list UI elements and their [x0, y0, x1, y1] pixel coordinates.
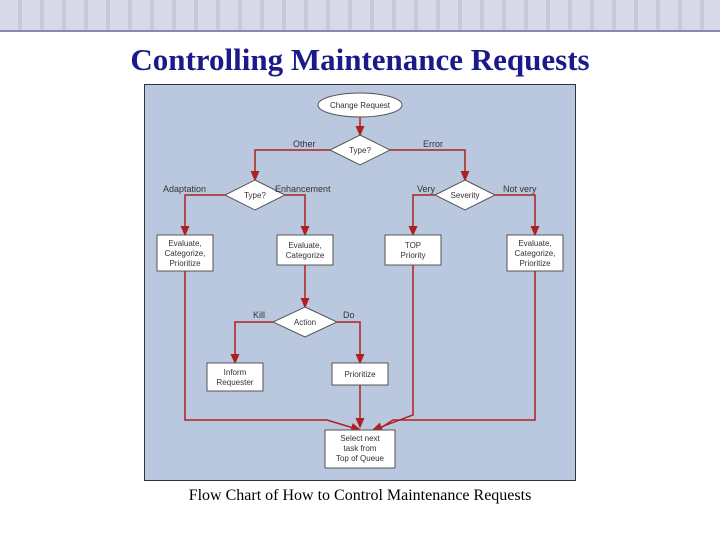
- start-label: Change Request: [330, 101, 391, 110]
- eval3-l2: Categorize,: [515, 249, 556, 258]
- arrow: [255, 150, 330, 180]
- top-l1: TOP: [405, 241, 421, 250]
- edge-other: Other: [293, 139, 316, 149]
- eval1-l3: Prioritize: [169, 259, 201, 268]
- severity-label: Severity: [451, 191, 480, 200]
- eval3-l1: Evaluate,: [518, 239, 551, 248]
- arrow: [337, 322, 360, 363]
- select-l3: Top of Queue: [336, 454, 385, 463]
- arrow: [285, 195, 305, 235]
- figure-caption: Flow Chart of How to Control Maintenance…: [0, 487, 720, 505]
- arrow: [185, 195, 225, 235]
- edge-enhancement: Enhancement: [275, 184, 331, 194]
- arrow: [495, 195, 535, 235]
- eval1-l1: Evaluate,: [168, 239, 201, 248]
- node-top: [385, 235, 441, 265]
- arrow: [390, 150, 465, 180]
- select-l2: task from: [344, 444, 377, 453]
- arrow: [373, 271, 535, 433]
- arrow: [235, 322, 273, 363]
- inform-l1: Inform: [224, 368, 247, 377]
- edge-notvery: Not very: [503, 184, 537, 194]
- arrow: [185, 271, 360, 430]
- eval3-l3: Prioritize: [519, 259, 551, 268]
- edge-adaptation: Adaptation: [163, 184, 206, 194]
- type1-label: Type?: [349, 146, 371, 155]
- inform-l2: Requester: [217, 378, 254, 387]
- action-label: Action: [294, 318, 316, 327]
- edge-kill: Kill: [253, 310, 265, 320]
- prioritize-label: Prioritize: [344, 370, 376, 379]
- eval1-l2: Categorize,: [165, 249, 206, 258]
- flowchart: Change Request Type? Other Error Type? S…: [144, 84, 576, 481]
- arrow: [413, 195, 435, 235]
- edge-very: Very: [417, 184, 436, 194]
- top-l2: Priority: [401, 251, 426, 260]
- page-title: Controlling Maintenance Requests: [0, 42, 720, 78]
- type2-label: Type?: [244, 191, 266, 200]
- eval2-l1: Evaluate,: [288, 241, 321, 250]
- arrow: [373, 265, 413, 430]
- decorative-border: [0, 0, 720, 32]
- select-l1: Select next: [340, 434, 380, 443]
- node-eval2: [277, 235, 333, 265]
- edge-error: Error: [423, 139, 443, 149]
- eval2-l2: Categorize: [286, 251, 325, 260]
- edge-do: Do: [343, 310, 355, 320]
